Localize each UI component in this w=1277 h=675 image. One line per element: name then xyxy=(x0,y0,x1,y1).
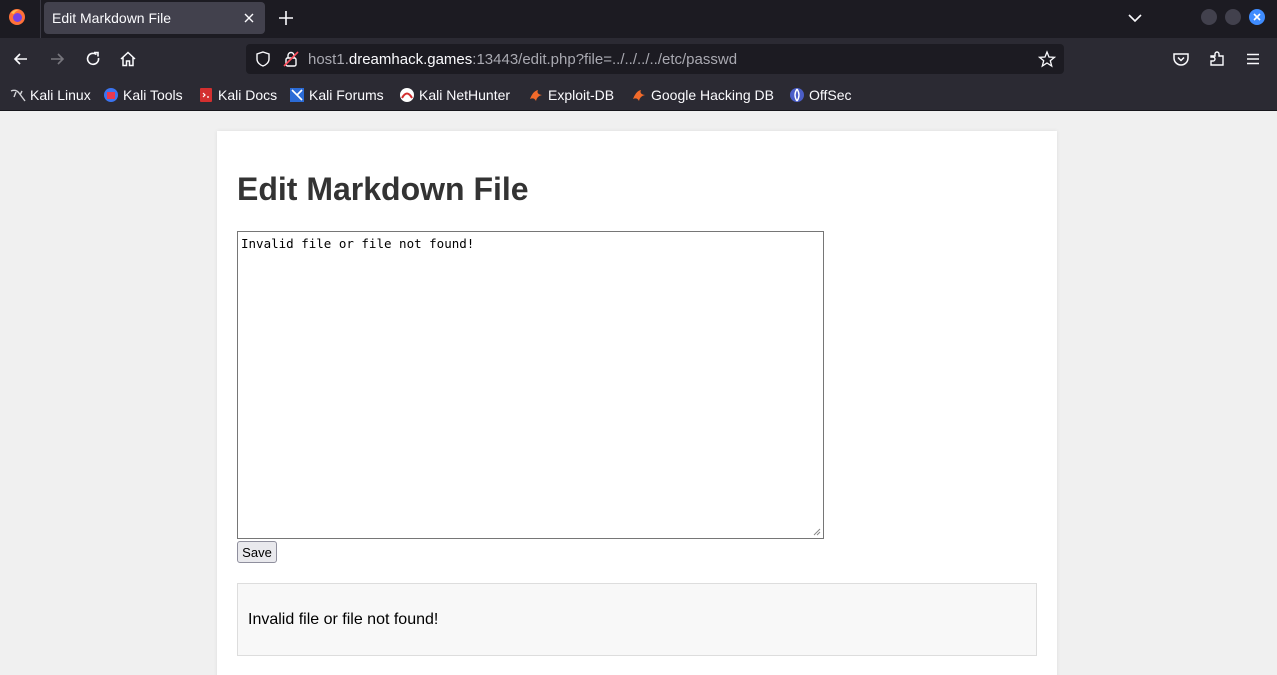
tab-title: Edit Markdown File xyxy=(52,10,172,26)
kali-docs-icon xyxy=(200,88,212,102)
bookmark-google-hacking-db[interactable]: Google Hacking DB xyxy=(631,86,779,104)
bookmark-kali-linux[interactable]: Kali Linux xyxy=(10,86,92,104)
reload-icon[interactable] xyxy=(83,49,103,69)
bookmark-label: Kali Forums xyxy=(309,87,384,103)
kali-forums-icon xyxy=(290,88,304,102)
kali-tools-icon xyxy=(104,88,118,102)
lock-insecure-icon[interactable] xyxy=(282,50,300,68)
close-icon xyxy=(1253,13,1261,21)
url-host-domain: dreamhack.games xyxy=(348,51,473,68)
chevron-down-icon[interactable] xyxy=(1126,9,1144,27)
ghdb-icon xyxy=(633,90,645,101)
shield-icon[interactable] xyxy=(254,50,272,68)
bookmark-label: OffSec xyxy=(809,87,852,103)
back-arrow-icon[interactable] xyxy=(11,49,31,69)
page-viewport: Edit Markdown File Invalid file or file … xyxy=(0,111,1277,675)
hamburger-menu-icon[interactable] xyxy=(1243,49,1263,69)
bookmark-kali-forums[interactable]: Kali Forums xyxy=(289,86,389,104)
tab-bar: Edit Markdown File xyxy=(0,0,1277,38)
home-icon[interactable] xyxy=(118,49,138,69)
window-minimize-button[interactable] xyxy=(1201,9,1217,25)
exploit-db-icon xyxy=(530,90,542,101)
bookmark-label: Kali Linux xyxy=(30,87,91,103)
window-close-button[interactable] xyxy=(1249,9,1265,25)
offsec-icon xyxy=(790,88,804,102)
navigation-toolbar: host1.dreamhack.games:13443/edit.php?fil… xyxy=(0,38,1277,80)
bookmark-label: Kali Tools xyxy=(123,87,183,103)
url-text[interactable]: host1.dreamhack.games:13443/edit.php?fil… xyxy=(308,51,737,68)
bookmark-kali-tools[interactable]: Kali Tools xyxy=(103,86,187,104)
firefox-icon[interactable] xyxy=(8,8,26,26)
forward-arrow-icon[interactable] xyxy=(47,49,67,69)
star-bookmark-icon[interactable] xyxy=(1038,50,1056,68)
save-button[interactable]: Save xyxy=(237,541,277,563)
bookmark-label: Kali NetHunter xyxy=(419,87,511,103)
kali-nethunter-icon xyxy=(400,88,414,102)
markdown-preview: Invalid file or file not found! xyxy=(237,583,1037,656)
content-card: Edit Markdown File Invalid file or file … xyxy=(217,131,1057,675)
kali-dragon-icon xyxy=(10,89,26,102)
url-bar[interactable]: host1.dreamhack.games:13443/edit.php?fil… xyxy=(246,44,1064,74)
pocket-icon[interactable] xyxy=(1171,49,1191,69)
bookmark-label: Kali Docs xyxy=(218,87,278,103)
new-tab-icon[interactable] xyxy=(276,8,296,28)
window-maximize-button[interactable] xyxy=(1225,9,1241,25)
bookmark-label: Google Hacking DB xyxy=(651,87,774,103)
resize-grip-icon[interactable] xyxy=(811,526,821,536)
url-path: :13443/edit.php?file=../../../../etc/pas… xyxy=(472,51,738,68)
bookmark-label: Exploit-DB xyxy=(548,87,615,103)
tab-active[interactable]: Edit Markdown File xyxy=(44,2,265,34)
extensions-puzzle-icon[interactable] xyxy=(1207,49,1227,69)
tab-separator xyxy=(40,0,41,38)
markdown-editor-textarea[interactable]: Invalid file or file not found! xyxy=(237,231,824,539)
close-icon[interactable] xyxy=(241,10,257,26)
bookmark-kali-docs[interactable]: Kali Docs xyxy=(198,86,278,104)
page-title: Edit Markdown File xyxy=(237,171,529,207)
bookmarks-toolbar: Kali Linux Kali Tools Kali Docs Kali For… xyxy=(0,80,1277,111)
preview-text: Invalid file or file not found! xyxy=(248,611,439,628)
bookmark-kali-nethunter[interactable]: Kali NetHunter xyxy=(399,86,517,104)
bookmark-offsec[interactable]: OffSec xyxy=(789,86,855,104)
url-host-prefix: host1. xyxy=(308,51,349,68)
bookmark-exploit-db[interactable]: Exploit-DB xyxy=(528,86,622,104)
